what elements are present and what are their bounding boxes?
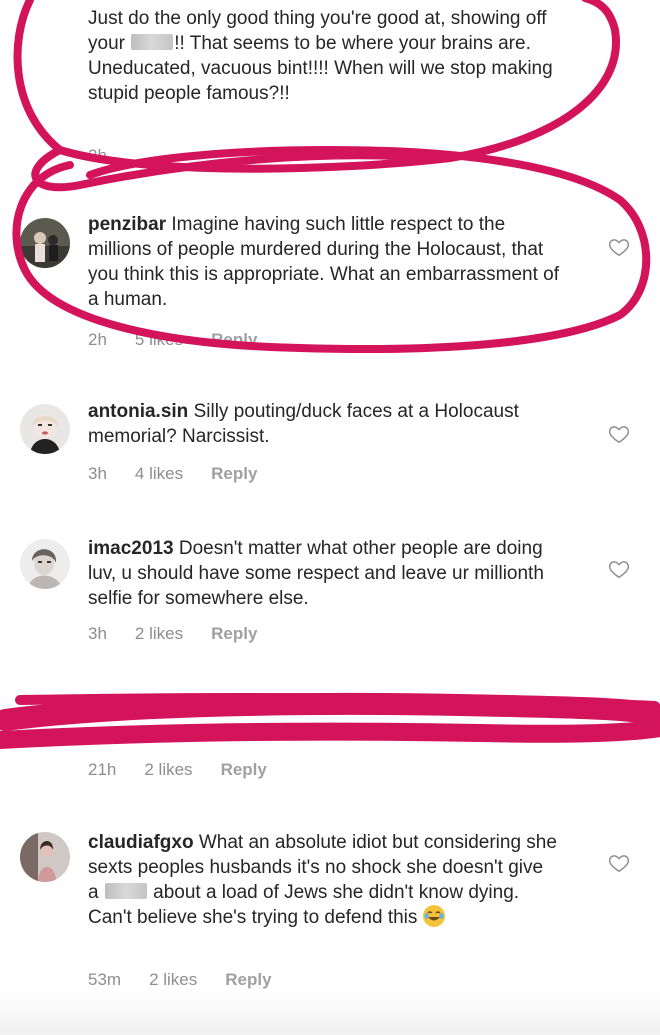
comment-meta: 21h 2 likes Reply — [88, 760, 267, 780]
comment-text: imac2013 Doesn't matter what other peopl… — [88, 538, 544, 609]
comment-time: 3h — [88, 624, 107, 643]
comment-meta: 2h 5 likes Reply — [88, 330, 257, 350]
comment-likes[interactable]: 2 likes — [144, 760, 192, 780]
censored-word — [104, 883, 147, 899]
censored-word — [131, 34, 174, 50]
comment-username[interactable]: antonia.sin — [88, 401, 188, 422]
comment-text: antonia.sin Silly pouting/duck faces at … — [88, 401, 519, 447]
comment-time: 2h — [88, 146, 107, 165]
annotation-scribble-2 — [0, 719, 660, 749]
comment-likes[interactable]: 2 likes — [135, 624, 183, 644]
comment-text: penzibar Imagine having such little resp… — [88, 214, 560, 310]
avatar[interactable] — [20, 218, 70, 268]
comment-username[interactable]: imac2013 — [88, 538, 174, 559]
avatar[interactable] — [20, 404, 70, 454]
tears-of-joy-emoji-icon — [422, 905, 445, 927]
comment-text: claudiafgxo What an absolute idiot but c… — [88, 832, 557, 928]
heart-outline-icon[interactable] — [608, 558, 630, 580]
comment-time: 3h — [88, 464, 107, 483]
comment-text: Just do the only good thing you're good … — [88, 8, 553, 104]
comment-time: 53m — [88, 970, 122, 989]
annotation-scribble — [0, 692, 660, 731]
comment-likes[interactable]: 4 likes — [135, 464, 183, 484]
annotation-scribble-3 — [15, 693, 660, 711]
heart-outline-icon[interactable] — [608, 852, 630, 874]
heart-outline-icon[interactable] — [608, 236, 630, 258]
reply-button[interactable]: Reply — [221, 760, 267, 780]
comment-meta: 2h — [88, 146, 107, 166]
comment-meta: 3h 2 likes Reply — [88, 624, 257, 644]
reply-button[interactable]: Reply — [211, 464, 257, 484]
comment-username[interactable]: penzibar — [88, 214, 166, 235]
comment-username[interactable]: claudiafgxo — [88, 832, 194, 853]
reply-button[interactable]: Reply — [211, 624, 257, 644]
comment-time: 2h — [88, 330, 107, 349]
reply-button[interactable]: Reply — [211, 330, 257, 350]
comment-likes[interactable]: 5 likes — [135, 330, 183, 350]
comment-time: 21h — [88, 760, 117, 779]
reply-button[interactable]: Reply — [225, 970, 271, 990]
bottom-shade — [0, 990, 660, 1035]
comment-meta: 53m 2 likes Reply — [88, 970, 272, 990]
heart-outline-icon[interactable] — [608, 423, 630, 445]
avatar[interactable] — [20, 832, 70, 882]
avatar[interactable] — [20, 539, 70, 589]
comment-meta: 3h 4 likes Reply — [88, 464, 257, 484]
comment-likes[interactable]: 2 likes — [149, 970, 197, 990]
